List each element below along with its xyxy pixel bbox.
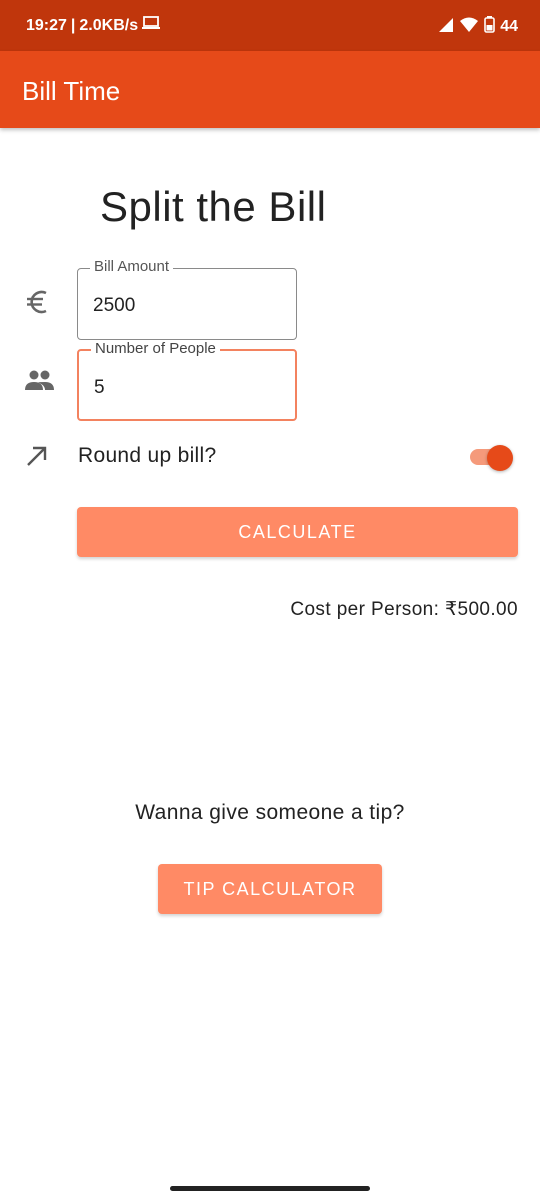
status-time: 19:27 (26, 16, 67, 34)
app-bar: Bill Time (0, 51, 540, 128)
app-title: Bill Time (22, 76, 121, 106)
battery-level: 44 (500, 18, 518, 35)
number-of-people-field[interactable]: Number of People 5 (77, 340, 297, 421)
network-speed: 2.0KB/s (79, 16, 139, 34)
toggle-thumb (487, 445, 513, 471)
bill-amount-value[interactable]: 2500 (93, 295, 135, 317)
gesture-nav-handle[interactable] (170, 1186, 370, 1191)
cost-per-person-text: Cost per Person: ₹500.00 (290, 599, 518, 620)
number-of-people-value[interactable]: 5 (94, 377, 105, 399)
bill-amount-field[interactable]: Bill Amount 2500 (77, 258, 297, 340)
status-left: 19:27 | 2.0KB/s (26, 16, 161, 35)
tip-question-text: Wanna give someone a tip? (135, 801, 405, 824)
wifi-icon (459, 17, 479, 38)
round-up-toggle[interactable] (470, 445, 513, 471)
status-bar: 19:27 | 2.0KB/s 44 (0, 0, 540, 51)
status-right: 44 (438, 16, 518, 38)
number-of-people-label: Number of People (91, 340, 220, 357)
people-icon (24, 370, 54, 397)
laptop-icon (142, 16, 161, 35)
round-up-label: Round up bill? (78, 444, 217, 467)
status-separator: | (70, 16, 76, 34)
tip-calculator-button[interactable]: TIP CALCULATOR (158, 864, 382, 914)
page-title: Split the Bill (100, 183, 327, 230)
signal-icon (438, 17, 454, 38)
arrow-up-right-icon (24, 443, 50, 474)
battery-icon (484, 16, 496, 38)
bill-amount-label: Bill Amount (90, 258, 174, 275)
calculate-button[interactable]: CALCULATE (77, 507, 518, 557)
euro-icon (24, 287, 54, 322)
